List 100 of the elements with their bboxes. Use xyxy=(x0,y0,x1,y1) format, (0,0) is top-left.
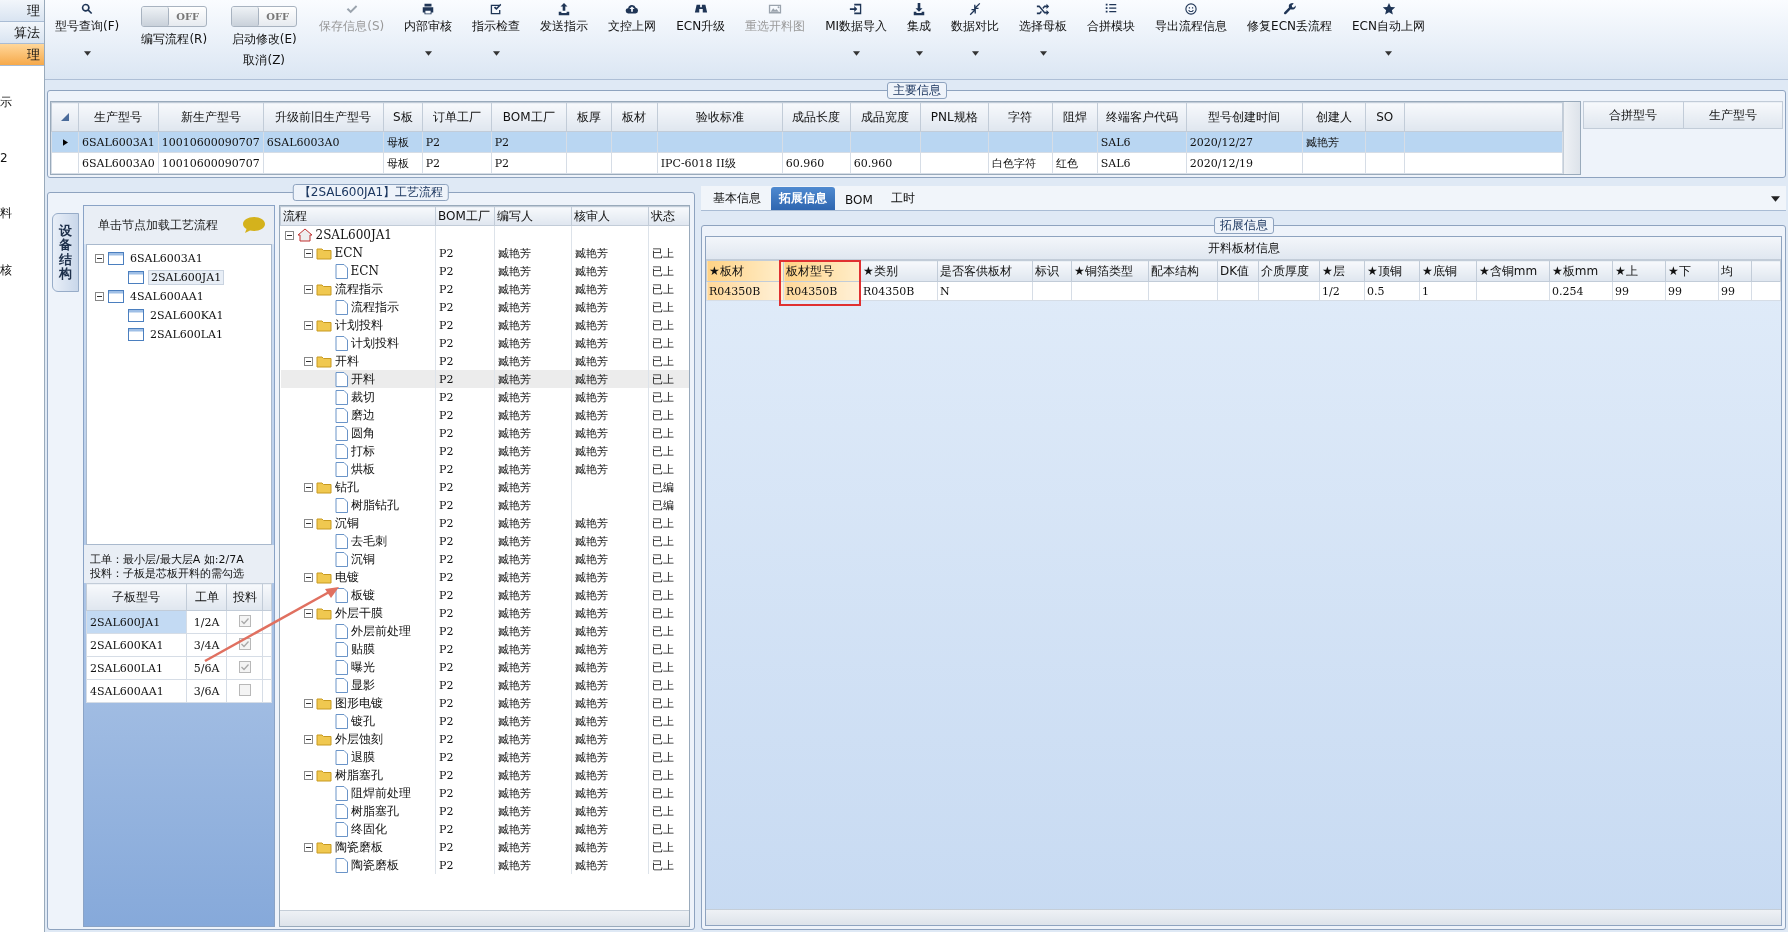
tree-item[interactable]: 2SAL600JA1 xyxy=(148,270,225,285)
toolbar-button[interactable]: 数据对比 xyxy=(947,2,1004,68)
column-header[interactable]: 子板型号 xyxy=(86,583,187,611)
column-header[interactable]: 生产型号 xyxy=(1683,101,1783,129)
table-row[interactable]: 流程指示 P2 臧艳芳 臧艳芳 已上 xyxy=(280,298,689,316)
toolbar-button[interactable]: 修复ECN丢流程 xyxy=(1243,2,1337,68)
column-header[interactable]: 成品宽度 xyxy=(850,102,921,132)
table-row[interactable]: 镀孔 P2 臧艳芳 臧艳芳 已上 xyxy=(280,712,689,730)
column-header[interactable]: 板厚 xyxy=(566,102,612,132)
collapse-icon[interactable] xyxy=(303,572,313,582)
table-row[interactable]: 开料 P2 臧艳芳 臧艳芳 已上 xyxy=(280,370,689,388)
toolbar-button[interactable]: ECN自动上网 xyxy=(1348,2,1429,68)
checkbox[interactable] xyxy=(238,637,251,650)
column-header[interactable]: 介质厚度 xyxy=(1258,260,1320,282)
tab[interactable]: 工时 xyxy=(882,187,923,210)
column-header[interactable]: 编写人 xyxy=(494,206,572,226)
column-header[interactable]: 状态 xyxy=(648,206,689,226)
table-row[interactable]: 外层蚀刻 P2 臧艳芳 臧艳芳 已上 xyxy=(280,730,689,748)
table-row[interactable]: 陶瓷磨板 P2 臧艳芳 臧艳芳 已上 xyxy=(280,838,689,856)
column-header[interactable]: ★层 xyxy=(1319,260,1365,282)
column-header[interactable]: 流程 xyxy=(280,206,436,226)
table-row[interactable]: 计划投料 P2 臧艳芳 臧艳芳 已上 xyxy=(280,334,689,352)
collapse-icon[interactable] xyxy=(303,698,313,708)
column-header[interactable]: ★类别 xyxy=(860,260,938,282)
column-header[interactable]: 标识 xyxy=(1032,260,1072,282)
toolbar-button[interactable]: MI数据导入 xyxy=(821,2,892,68)
scrollbar[interactable] xyxy=(280,910,689,926)
collapse-icon[interactable] xyxy=(303,770,313,780)
table-row[interactable]: 烘板 P2 臧艳芳 臧艳芳 已上 xyxy=(280,460,689,478)
vertical-tab[interactable]: 设备结构 xyxy=(52,213,79,293)
table-row[interactable]: ECN P2 臧艳芳 臧艳芳 已上 xyxy=(280,244,689,262)
nav-item[interactable]: 算法 xyxy=(0,22,44,44)
column-header[interactable]: SO xyxy=(1365,102,1405,132)
table-cell[interactable]: 2SAL600KA1 xyxy=(86,633,187,657)
table-row[interactable]: 外层干膜 P2 臧艳芳 臧艳芳 已上 xyxy=(280,604,689,622)
column-header[interactable]: ★板mm xyxy=(1549,260,1613,282)
table-row[interactable]: 终固化 P2 臧艳芳 臧艳芳 已上 xyxy=(280,820,689,838)
column-header[interactable]: ★铜箔类型 xyxy=(1071,260,1149,282)
checkbox[interactable] xyxy=(238,660,251,673)
table-row[interactable]: ECN P2 臧艳芳 臧艳芳 已上 xyxy=(280,262,689,280)
column-header[interactable]: 配本结构 xyxy=(1148,260,1218,282)
table-row[interactable]: 打标 P2 臧艳芳 臧艳芳 已上 xyxy=(280,442,689,460)
toolbar-button[interactable]: 集成 xyxy=(903,2,936,68)
column-header[interactable]: ★顶铜 xyxy=(1364,260,1420,282)
collapse-icon[interactable] xyxy=(303,320,313,330)
table-row[interactable]: 计划投料 P2 臧艳芳 臧艳芳 已上 xyxy=(280,316,689,334)
table-row[interactable]: 电镀 P2 臧艳芳 臧艳芳 已上 xyxy=(280,568,689,586)
scrollbar[interactable] xyxy=(1563,102,1580,174)
tree-item[interactable]: 6SAL6003A1 xyxy=(128,252,205,265)
collapse-icon[interactable] xyxy=(284,230,294,240)
table-row[interactable]: 陶瓷磨板 P2 臧艳芳 臧艳芳 已上 xyxy=(280,856,689,874)
column-header[interactable]: 创建人 xyxy=(1302,102,1366,132)
toggle-switch[interactable]: OFF xyxy=(231,6,298,27)
nav-item[interactable]: 理 xyxy=(0,44,44,66)
table-row[interactable]: 磨边 P2 臧艳芳 臧艳芳 已上 xyxy=(280,406,689,424)
toolbar-button[interactable]: 内部审核 xyxy=(400,2,457,68)
nav-label[interactable]: 示 xyxy=(0,94,12,111)
checkbox[interactable] xyxy=(238,614,251,627)
column-header[interactable]: S板 xyxy=(383,102,423,132)
toolbar-button[interactable]: 合拼模块 xyxy=(1083,2,1140,68)
toggle-switch[interactable]: OFF xyxy=(141,6,208,27)
table-row[interactable]: 沉铜 P2 臧艳芳 臧艳芳 已上 xyxy=(280,514,689,532)
checkbox[interactable] xyxy=(238,683,251,696)
table-row[interactable]: 裁切 P2 臧艳芳 臧艳芳 已上 xyxy=(280,388,689,406)
column-header[interactable]: ★下 xyxy=(1665,260,1719,282)
collapse-icon[interactable] xyxy=(303,608,313,618)
table-row[interactable]: 显影 P2 臧艳芳 臧艳芳 已上 xyxy=(280,676,689,694)
column-header[interactable]: 工单 xyxy=(186,583,227,611)
column-header[interactable]: 订单工厂 xyxy=(422,102,492,132)
column-header[interactable]: 终端客户代码 xyxy=(1097,102,1187,132)
tree-item[interactable]: 2SAL600KA1 xyxy=(148,309,226,322)
tab[interactable]: BOM xyxy=(837,190,881,210)
toolbar-button[interactable]: 导出流程信息 xyxy=(1151,2,1232,68)
column-header[interactable]: 成品长度 xyxy=(782,102,851,132)
collapse-icon[interactable] xyxy=(303,842,313,852)
collapse-icon[interactable] xyxy=(303,482,313,492)
scrollbar[interactable] xyxy=(706,909,1781,925)
table-row[interactable]: 阻焊前处理 P2 臧艳芳 臧艳芳 已上 xyxy=(280,784,689,802)
column-header[interactable]: DK值 xyxy=(1217,260,1259,282)
toolbar-button[interactable]: 文控上网 xyxy=(604,2,661,68)
collapse-icon[interactable] xyxy=(303,518,313,528)
table-row[interactable]: 流程指示 P2 臧艳芳 臧艳芳 已上 xyxy=(280,280,689,298)
table-cell[interactable]: 4SAL600AA1 xyxy=(86,679,187,703)
table-row[interactable]: 2SAL600JA1 xyxy=(280,225,689,244)
column-header[interactable]: 阻焊 xyxy=(1052,102,1098,132)
toolbar-button[interactable]: 指示检查 xyxy=(468,2,525,68)
toolbar-button[interactable]: 发送指示 xyxy=(536,2,593,68)
column-header[interactable]: PNL规格 xyxy=(920,102,989,132)
column-header[interactable]: ★底铜 xyxy=(1419,260,1477,282)
table-row[interactable]: 沉铜 P2 臧艳芳 臧艳芳 已上 xyxy=(280,550,689,568)
table-row[interactable]: 树脂塞孔 P2 臧艳芳 臧艳芳 已上 xyxy=(280,766,689,784)
tab[interactable]: 拓展信息 xyxy=(771,187,835,210)
column-header[interactable]: ★含铜mm xyxy=(1476,260,1550,282)
table-row[interactable]: 树脂钻孔 P2 臧艳芳 已编 xyxy=(280,496,689,514)
column-header[interactable]: 核审人 xyxy=(571,206,649,226)
table-row[interactable]: 6SAL6003A1 10010600090707 6SAL6003A0 母板 P2 P2 SAL6 2020/12/27 臧艳芳 xyxy=(51,132,1563,153)
nav-label[interactable]: 料 xyxy=(0,205,12,222)
table-row[interactable]: 钻孔 P2 臧艳芳 已编 xyxy=(280,478,689,496)
table-row[interactable]: 外层前处理 P2 臧艳芳 臧艳芳 已上 xyxy=(280,622,689,640)
tree-item[interactable]: 4SAL600AA1 xyxy=(128,290,206,303)
